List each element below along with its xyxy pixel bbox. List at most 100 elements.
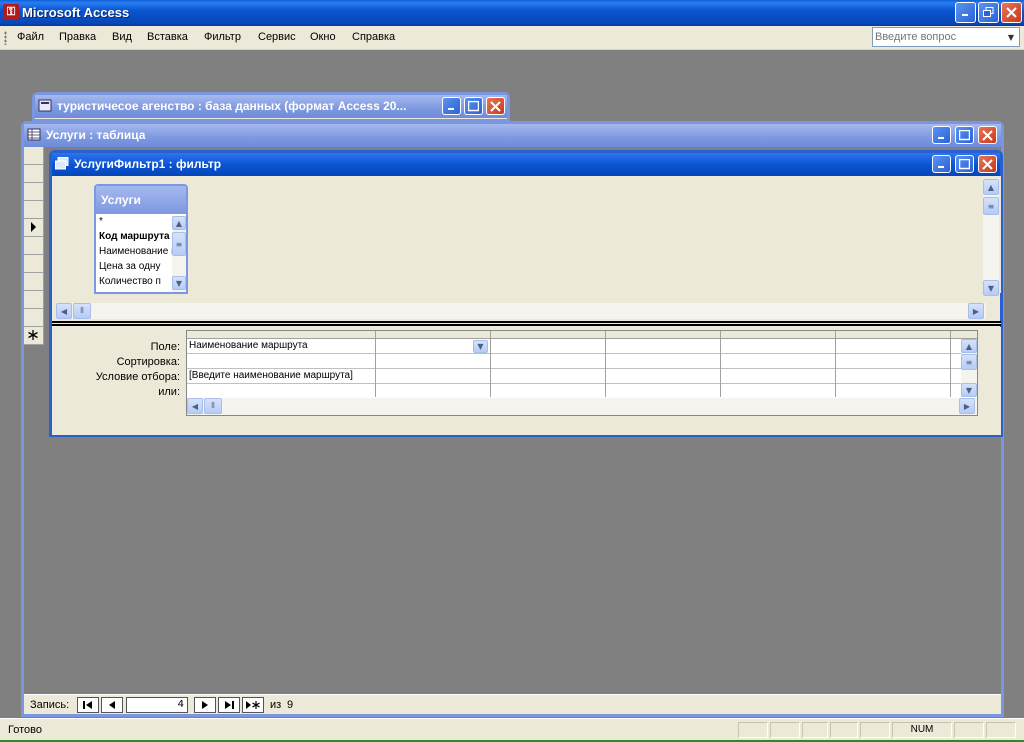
grid-cell-criteria[interactable]: [Введите наименование маршрута] [187, 369, 375, 384]
grid-cell-sort[interactable] [836, 354, 950, 369]
record-selector[interactable] [24, 273, 44, 291]
table-pane-hscrollbar[interactable]: ◀ ⦀ ▶ [56, 303, 986, 319]
grid-cell-or[interactable] [187, 384, 375, 399]
first-record-button[interactable] [77, 697, 99, 713]
grid-cell-sort[interactable] [187, 354, 375, 369]
app-title-bar[interactable]: ⚿ Microsoft Access [0, 0, 1024, 26]
record-selector[interactable] [24, 291, 44, 309]
grid-cell-criteria[interactable] [721, 369, 835, 384]
grid-column[interactable]: Наименование маршрута [Введите наименова… [187, 331, 376, 399]
toolbar-grip[interactable] [4, 31, 7, 45]
grid-cell-or[interactable] [721, 384, 835, 399]
menu-tools[interactable]: Сервис [258, 31, 296, 43]
grid-cell-field[interactable] [836, 339, 950, 354]
grid-cell-sort[interactable] [606, 354, 720, 369]
table-minimize-button[interactable] [932, 126, 951, 144]
grid-cell-or[interactable] [606, 384, 720, 399]
grid-cell-or[interactable] [491, 384, 605, 399]
grid-cell-field[interactable] [721, 339, 835, 354]
grid-column[interactable] [491, 331, 606, 399]
access-key-icon[interactable]: ⚿ [3, 4, 19, 20]
record-selector[interactable] [24, 237, 44, 255]
field-list-item[interactable]: * [96, 214, 172, 229]
grid-vscrollbar[interactable]: ▲ ≡ ▼ [961, 339, 977, 397]
grid-column[interactable]: ▼ [376, 331, 491, 399]
record-selector-current[interactable] [24, 219, 44, 237]
menu-filter[interactable]: Фильтр [204, 31, 241, 43]
grid-hscrollbar[interactable]: ◀ ⦀ ▶ [187, 398, 977, 415]
table-pane[interactable]: Услуги * Код маршрута Наименование маршр… [52, 176, 1001, 296]
field-list-scrollbar[interactable]: ▲ ≡ ▼ [172, 216, 186, 292]
record-selector[interactable] [24, 183, 44, 201]
field-list-item-key[interactable]: Код маршрута [96, 229, 172, 244]
grid-cell-or[interactable] [376, 384, 490, 399]
field-list-item[interactable]: Наименование маршрута [96, 244, 172, 259]
record-selector[interactable] [24, 165, 44, 183]
scroll-left-icon[interactable]: ◀ [56, 303, 72, 319]
filter-close-button[interactable] [978, 155, 997, 173]
menu-view[interactable]: Вид [112, 31, 132, 43]
scroll-right-icon[interactable]: ▶ [959, 398, 975, 414]
previous-record-button[interactable] [101, 697, 123, 713]
new-record-button[interactable] [242, 697, 264, 713]
grid-cell-or[interactable] [836, 384, 950, 399]
scroll-up-icon[interactable]: ▲ [961, 339, 977, 353]
field-list-title[interactable]: Услуги [96, 186, 186, 214]
record-selector[interactable] [24, 255, 44, 273]
scroll-left-icon[interactable]: ◀ [187, 398, 203, 414]
scroll-up-icon[interactable]: ▲ [172, 216, 186, 230]
grid-cell-criteria[interactable] [836, 369, 950, 384]
record-selectors[interactable] [24, 147, 44, 345]
design-grid-pane[interactable]: Поле: Сортировка: Условие отбора: или: Н… [52, 327, 1001, 435]
help-search-input[interactable] [875, 30, 1000, 44]
current-record-field[interactable]: 4 [126, 697, 188, 713]
grid-cell-sort[interactable] [721, 354, 835, 369]
help-search-box[interactable]: ▼ [872, 27, 1020, 47]
scroll-down-icon[interactable]: ▼ [172, 276, 186, 290]
grid-column[interactable] [836, 331, 951, 399]
menu-edit[interactable]: Правка [59, 31, 96, 43]
grid-cell-field[interactable] [491, 339, 605, 354]
grid-cell-sort[interactable] [376, 354, 490, 369]
next-record-button[interactable] [194, 697, 216, 713]
grid-column[interactable] [606, 331, 721, 399]
menu-insert[interactable]: Вставка [147, 31, 188, 43]
field-list-uslugi[interactable]: Услуги * Код маршрута Наименование маршр… [94, 184, 188, 294]
last-record-button[interactable] [218, 697, 240, 713]
scroll-thumb[interactable]: ⦀ [204, 398, 222, 414]
grid-cell-criteria[interactable] [606, 369, 720, 384]
menu-help[interactable]: Справка [352, 31, 395, 43]
db-minimize-button[interactable] [442, 97, 461, 115]
scroll-down-icon[interactable]: ▼ [983, 280, 999, 296]
table-window-title-bar[interactable]: Услуги : таблица [24, 124, 1001, 147]
database-window[interactable]: туристичесое агенство : база данных (фор… [32, 92, 510, 122]
record-selector[interactable] [24, 309, 44, 327]
scroll-right-icon[interactable]: ▶ [968, 303, 984, 319]
grid-cell-criteria[interactable] [376, 369, 490, 384]
scroll-thumb[interactable]: ≡ [172, 232, 186, 256]
design-grid[interactable]: Наименование маршрута [Введите наименова… [186, 330, 978, 416]
table-pane-vscrollbar[interactable]: ▲ ≡ ▼ [983, 179, 999, 296]
chevron-down-icon[interactable]: ▼ [1004, 33, 1018, 42]
grid-cell-sort[interactable] [491, 354, 605, 369]
table-close-button[interactable] [978, 126, 997, 144]
minimize-button[interactable] [955, 2, 976, 23]
pane-splitter[interactable] [52, 321, 1001, 326]
filter-maximize-button[interactable] [955, 155, 974, 173]
scroll-down-icon[interactable]: ▼ [961, 383, 977, 397]
filter-window[interactable]: УслугиФильтр1 : фильтр Услуги * Код марш… [49, 150, 1003, 437]
menu-window[interactable]: Окно [310, 31, 336, 43]
record-selector[interactable] [24, 147, 44, 165]
restore-button[interactable] [978, 2, 999, 23]
scroll-thumb[interactable]: ≡ [983, 197, 999, 215]
filter-minimize-button[interactable] [932, 155, 951, 173]
grid-cell-criteria[interactable] [491, 369, 605, 384]
field-list-item[interactable]: Количество п [96, 274, 172, 289]
new-record-selector[interactable] [24, 327, 44, 345]
filter-window-title-bar[interactable]: УслугиФильтр1 : фильтр [52, 153, 1000, 176]
table-maximize-button[interactable] [955, 126, 974, 144]
menu-file[interactable]: Файл [17, 31, 44, 43]
close-button[interactable] [1001, 2, 1022, 23]
record-selector[interactable] [24, 201, 44, 219]
db-maximize-button[interactable] [464, 97, 483, 115]
